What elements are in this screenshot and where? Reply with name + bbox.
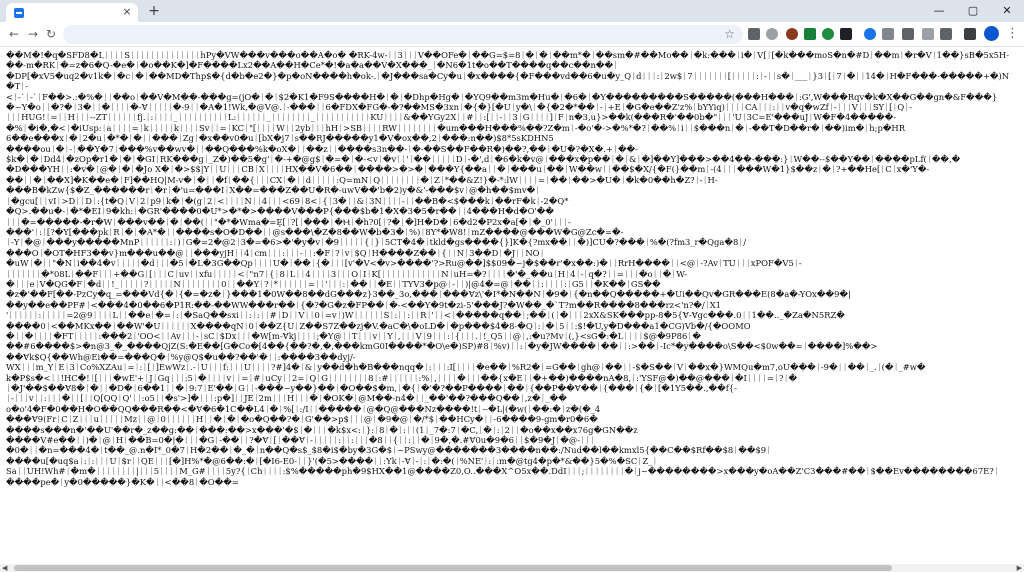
garbled-line: ���'ᛁ:ᛁ[?�Y[���pkᛁRᛁ�ᛁ�A*�ᛁᛁ����s�O�D��ᛁ… bbox=[6, 226, 624, 237]
garbled-line: �ᛁᛁᛁeᛁV�QG�Fᛁ�dᛁᛁ!_ᛁᛁᛁᛁᛁ?ᛁᛁᛁᛁᛁNᛁᛁᛁᛁᛁᛁᛁᛁ0… bbox=[6, 278, 661, 289]
favicon-icon bbox=[14, 8, 24, 18]
garbled-line: ᛁᛁᛁHUG!ᛁ=ᛁᛁHᛁᛁᛁ--ZTᛁᛁᛁᛁᛁᛁfj.ᛁ:ᛁᛁᛁᛁ_ᛁᛁᛁᛁᛁ… bbox=[6, 112, 897, 123]
garbled-line: o�o'4�F�0��H�O��QQ���R��<�Ɐ�6�1C��L4ᛁ�ᛁ%… bbox=[6, 403, 601, 414]
garbled-line: ��M�!�q�SFD8�ԼᛁᛁᛁᛁSᛁᛁᛁᛁᛁᛁᛁᛁᛁᛁᛁᛁᛁᛁhPy�VW�… bbox=[6, 50, 1010, 71]
garbled-line: �D���YHᛁᛁ:�v�ᛁ@�ᛁ�ᛁ�Jo X�ᛁ�>$$|YᛁᛁUᛁᛁᛁCB… bbox=[6, 164, 930, 175]
garbled-line: ���Ɐ9(FrᛁCᛁZᛁᛁᛁuᛁᛁᛁᛁᛁMzᛁᛁ@ᛁ0ᛁᛁᛁᛁᛁᛁHᛁᛁ�ᛁ�… bbox=[6, 414, 598, 425]
garbled-line: �z�'��F[��-PzCy�q_=���Vd{�ᛁ{�=�z�ᛁ}���1�… bbox=[6, 289, 851, 300]
garbled-line: ᛁ�gcu[ᛁᛁvIᛁ>DᛁᛁDᛁ:{t�QᛁVᛁ2ᛁp9ᛁk�ᛁ�(gᛁ2ᛁ<… bbox=[6, 195, 569, 206]
garbled-line: 6��e���xᛁ�ᛁ2�uᛁ�*�ᛁ�ᛁᛁ���ᛁZgᛁ�x��v0�uᛁ[b… bbox=[6, 133, 554, 144]
window-controls: — ▢ ✕ bbox=[922, 0, 1024, 22]
extension-4-icon[interactable] bbox=[804, 28, 816, 40]
reload-button[interactable]: ↻ bbox=[43, 26, 59, 42]
extensions-puzzle-icon[interactable] bbox=[940, 28, 952, 40]
new-tab-button[interactable]: + bbox=[146, 3, 162, 19]
extension-5-icon[interactable] bbox=[822, 28, 834, 40]
garbled-line: ᛁ-Yᛁ�@ᛁ���y�����MnPᛁᛁᛁᛁᛁᛁ:ᛁ)ᛁG�=2�@2ᛁ3�=… bbox=[6, 237, 747, 248]
tab-strip: × + — ▢ ✕ bbox=[0, 0, 1024, 22]
garbled-line: ᛁᛁᛁᛁᛁᛁᛁ�*08Lᛁ��Fᛁᛁᛁ+��Gᛁ[ᛁᛁᛁCᛁuvᛁᛁxfuᛁᛁᛁ… bbox=[6, 268, 688, 279]
garbled-line: �DP[�xV5�uq2�v1k�ᛁ�cᛁ�ᛁ��MD�Thp$�{d�b�e2… bbox=[6, 70, 1010, 92]
bookmark-star-icon[interactable]: ☆ bbox=[724, 26, 735, 43]
extension-6-icon[interactable] bbox=[840, 28, 852, 40]
garbled-line: ��#6����$>�n@3_�_����QjZ(S:�E��[G�Co�[4�… bbox=[6, 341, 878, 352]
close-tab-icon[interactable]: × bbox=[120, 5, 134, 19]
garbled-line: ��Ɐk$Q{��Wh@Ei��=���Q�ᛁ%y@Q$�u��?��'�ᛁᛁ:… bbox=[6, 351, 356, 362]
browser-toolbar: ← → ↻ ☆ ⋮ bbox=[0, 22, 1024, 47]
garbled-line: �~Y�oᛁᛁ�?�ᛁ3�ᛁᛁ�ᛁᛁᛁᛁ�-Ɐᛁᛁᛁᛁᛁ�-9ᛁᛁ�A�1!Wk… bbox=[6, 102, 913, 113]
extension-9-icon[interactable] bbox=[902, 28, 914, 40]
garbled-line: k�P$s�<ᛁᛁ!HC�!ᛁ[ᛁᛁᛁ�wE'+ᛁJᛁGqᛁᛁᛁ:5ᛁ�ᛁᛁᛁᛁ… bbox=[6, 372, 798, 383]
garbled-line: ���B�kZw{$�Z_������rᛁ�rᛁ�'u=���IᛁX��=���… bbox=[6, 185, 541, 196]
garbled-line: ����s���n�'��U'��r�_z��g:��ᛁ���:��>x���'… bbox=[6, 424, 638, 435]
profile-avatar[interactable] bbox=[984, 26, 999, 41]
extension-8-icon[interactable] bbox=[882, 28, 894, 40]
horizontal-scrollbar[interactable]: ◀ ▶ bbox=[0, 564, 1024, 572]
garbled-line: <ᛁ-`ᛁ-`ᛁF��>.:�%�ᛁᛁ��oᛁ��V�M��-���g=(jO�… bbox=[6, 91, 998, 102]
garbled-line: �uWᛁ�ᛁᛁ"�Nᛁi��4�vᛁᛁᛁᛁᛁ�dᛁᛁᛁ�5ᛁ�L�3G��Qpᛁ… bbox=[6, 258, 802, 269]
address-bar[interactable]: ☆ bbox=[63, 25, 743, 44]
garbled-line: WXᛁᛁᛁm_YᛁEᛁ3ᛁCo%XZAuᛁ=ᛁ:ᛁ[ᛁ]EwWzᛁ.-ᛁUᛁᛁᛁ… bbox=[6, 362, 926, 373]
maximize-button[interactable]: ▢ bbox=[956, 0, 990, 22]
garbled-line: �0�ᛁᛁ�n=���4�ᛁt��_@.n�I*_0�7ᛁH�2��ᛁ�_�ᛁn… bbox=[6, 445, 772, 456]
scroll-left-icon[interactable]: ◀ bbox=[2, 564, 7, 572]
garbled-line: ���Oᛁ�OT�HF3��v}m���u��@ᛁᛁ���yjHᛁᛁ4ᛁcmᛁᛁ… bbox=[6, 247, 545, 258]
garbled-line: 'ᛁᛁᛁᛁᛁᛁ:ᛁᛁᛁᛁᛁ=2@9ᛁᛁᛁᛁLᛁᛁ��eᛁ�=ᛁ:ᛁ�SaQ��s… bbox=[6, 310, 845, 321]
garbled-line: �ᛁᛁ�ᛁᛁᛁᛁ�FTᛁᛁᛁᛁᛁ:���2ᛁ'OO<ᛁᛁAvᛁᛁᛁ-ᛁsCᛁ$D… bbox=[6, 330, 701, 341]
garbled-line: ᛁ�J'��$��Ɐ8�ᛁ�ᛁᛁ�D�ᛁ6��1ᛁᛁ�ᛁ9:7ᛁE'��ᛁGᛁᛁ… bbox=[6, 383, 737, 393]
page-content: ��M�!�q�SFD8�ԼᛁᛁᛁᛁSᛁᛁᛁᛁᛁᛁᛁᛁᛁᛁᛁᛁᛁᛁhPy�VW�… bbox=[0, 47, 1024, 564]
active-tab[interactable]: × bbox=[6, 3, 138, 22]
extension-1-icon[interactable] bbox=[748, 28, 760, 40]
garbled-text-body: ��M�!�q�SFD8�ԼᛁᛁᛁᛁSᛁᛁᛁᛁᛁᛁᛁᛁᛁᛁᛁᛁᛁᛁhPy�VW�… bbox=[6, 50, 1016, 487]
extension-10-icon[interactable] bbox=[922, 28, 934, 40]
garbled-line: ᛁ-ᛁᛁᛁvᛁᛁ:ᛁᛁᛁ�ᛁᛁ[ᛁᛁQ[QQᛁQ'ᛁᛁ:o5ᛁᛁ�s'>]�ᛁᛁ… bbox=[6, 393, 567, 404]
extension-3-icon[interactable] bbox=[786, 28, 798, 40]
scroll-thumb[interactable] bbox=[14, 565, 892, 571]
garbled-line: ��ᛁᛁ�ᛁ��X]�K��e�ᛁF]��HQ|M-v�ᛁ�ᛁᛁ�fᛁ��{ᛁᛁ… bbox=[6, 174, 718, 185]
garbled-line: $k�ᛁ�ᛁDd4ᛁ�zOp�r1�ᛁ�ᛁ�GIᛁRK���gᛁ_Z�)��5�… bbox=[6, 154, 961, 165]
browser-menu-icon[interactable]: ⋮ bbox=[1006, 26, 1019, 42]
scroll-right-icon[interactable]: ▶ bbox=[1017, 564, 1022, 572]
minimize-button[interactable]: — bbox=[922, 0, 956, 22]
side-panel-icon[interactable] bbox=[964, 28, 976, 40]
address-input[interactable] bbox=[73, 27, 693, 42]
garbled-line: SaᛁᛁUH!Wh#ᛁ�m�ᛁᛁᛁᛁᛁᛁᛁᛁ|ᛁᛁᛁ5ᛁᛁᛁᛁM_G#ᛁᛁᛁᛁ5… bbox=[6, 466, 999, 477]
garbled-line: ����0ᛁ<��MKx��ᛁ��W'�UᛁᛁᛁᛁᛁᛁX����qNᛁ0ᛁ��Z… bbox=[6, 320, 751, 331]
garbled-line: ᛁᛁᛁ�=�����-�r�Wᛁ���v��ᛁ�ᛁ��(ᛁᛁ"�*�Wma�=Ȩ… bbox=[6, 216, 571, 227]
garbled-line: �Q>.��u�-ᛁ�*�EIᛁ9�kh:ᛁ�GR'����0�U*>�*�>�… bbox=[6, 206, 554, 217]
garbled-line: ����u[�uq$aᛁ:ᛁ:ᛁᛁᛁUᛁ$rᛁᛁQEᛁᛁᛁ[�]H%*�@6��… bbox=[6, 455, 658, 466]
forward-button[interactable]: → bbox=[25, 26, 41, 42]
extension-2-icon[interactable] bbox=[766, 28, 778, 40]
garbled-line: �%ᛁ�i�,�<ᛁ�iUsp:ᛁaᛁᛁᛁᛁ=ᛁkᛁᛁᛁᛁᛁkᛁᛁᛁᛁSvᛁᛁ=… bbox=[6, 122, 906, 133]
garbled-line: ����V#e��ᛁᛁ)�ᛁ@ᛁHᛁ��B=0�|�ᛁᛁᛁ�Gᛁ-��ᛁᛁ?�Ɐ… bbox=[6, 435, 596, 446]
garbled-line: ����ouᛁ�ᛁ-ᛁ��Y�7ᛁ���%v��wv�ᛁᛁ��Q���%k�oX… bbox=[6, 143, 638, 154]
back-button[interactable]: ← bbox=[6, 26, 22, 42]
garbled-line: ��y��e��PF#ᛁ<���4�0��6�P1R:��-��WW���r��… bbox=[6, 299, 721, 310]
garbled-line: ����pe�ᛁy�0�����}�K�ᛁᛁ<��8ᛁ�O��= bbox=[6, 476, 239, 487]
close-window-button[interactable]: ✕ bbox=[990, 0, 1024, 22]
extension-7-icon[interactable] bbox=[864, 28, 876, 40]
